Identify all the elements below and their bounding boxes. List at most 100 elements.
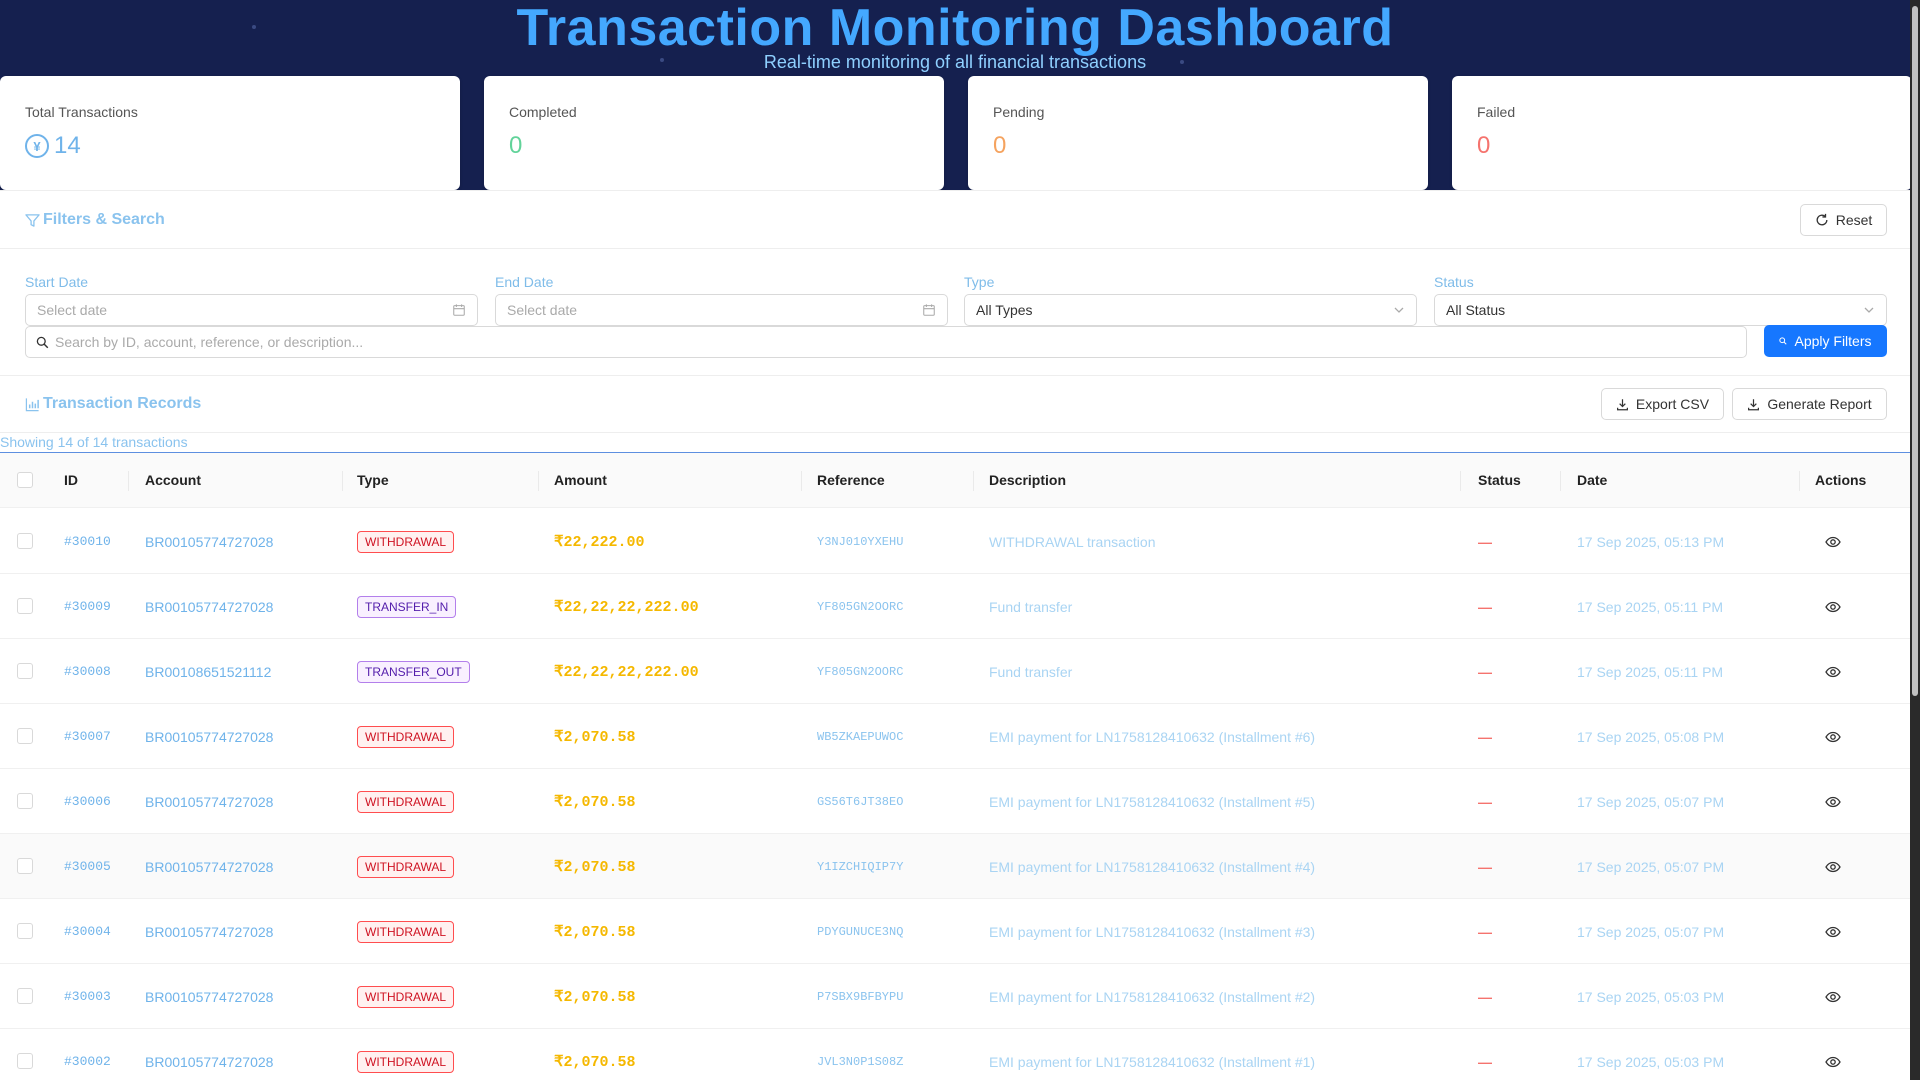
search-icon (36, 336, 49, 349)
row-date: 17 Sep 2025, 05:07 PM (1577, 923, 1725, 940)
search-input[interactable]: Search by ID, account, reference, or des… (25, 326, 1747, 358)
row-account[interactable]: BR00105774727028 (145, 1029, 273, 1080)
stat-label: Pending (993, 104, 1045, 120)
apply-filters-button[interactable]: Apply Filters (1764, 325, 1887, 357)
row-id[interactable]: #30005 (64, 834, 111, 899)
table-row[interactable]: #30005 BR00105774727028 WITHDRAWAL ₹2,070.5… (0, 834, 1910, 899)
row-checkbox[interactable] (17, 923, 33, 939)
column-header-date[interactable]: Date (1577, 453, 1607, 508)
start-date-placeholder: Select date (37, 302, 108, 318)
row-account[interactable]: BR00105774727028 (145, 574, 273, 639)
type-tag: WITHDRAWAL (357, 920, 455, 943)
row-account[interactable]: BR00105774727028 (145, 509, 273, 574)
table-row[interactable]: #30006 BR00105774727028 WITHDRAWAL ₹2,070.5… (0, 769, 1910, 834)
row-checkbox[interactable] (17, 533, 33, 549)
table-row[interactable]: #30004 BR00105774727028 WITHDRAWAL ₹2,070.5… (0, 899, 1910, 964)
row-description: EMI payment for LN1758128410632 (Install… (989, 793, 1316, 810)
row-date: 17 Sep 2025, 05:03 PM (1577, 1053, 1725, 1070)
stat-value: 0 (993, 132, 1007, 159)
row-checkbox[interactable] (17, 728, 33, 744)
scrollbar-thumb[interactable] (1912, 6, 1918, 696)
row-id[interactable]: #30002 (64, 1029, 111, 1080)
row-checkbox[interactable] (17, 663, 33, 679)
column-header-amount[interactable]: Amount (554, 453, 607, 508)
view-eye-icon[interactable] (1825, 1029, 1841, 1080)
stat-value: 14 (54, 132, 81, 159)
row-account[interactable]: BR00105774727028 (145, 704, 273, 769)
table-row[interactable]: #30002 BR00105774727028 WITHDRAWAL ₹2,070.5… (0, 1029, 1910, 1080)
end-date-label: End Date (495, 274, 554, 290)
reset-button[interactable]: Reset (1800, 204, 1887, 236)
row-account[interactable]: BR00105774727028 (145, 834, 273, 899)
type-select[interactable]: All Types (964, 294, 1417, 326)
row-id[interactable]: #30003 (64, 964, 111, 1029)
stat-value: 0 (509, 132, 523, 159)
row-type: WITHDRAWAL (357, 834, 455, 899)
row-status: — (1478, 533, 1492, 550)
view-eye-icon[interactable] (1825, 964, 1841, 1029)
type-tag: WITHDRAWAL (357, 1050, 455, 1073)
table-row[interactable]: #30008 BR00108651521112 TRANSFER_OUT ₹22,22… (0, 639, 1910, 704)
table-row[interactable]: #30009 BR00105774727028 TRANSFER_IN ₹22,22,… (0, 574, 1910, 639)
column-header-type[interactable]: Type (357, 453, 389, 508)
stat-value-row: ¥ 14 (25, 132, 81, 160)
row-id[interactable]: #30008 (64, 639, 111, 704)
column-header-description[interactable]: Description (989, 453, 1066, 508)
row-account[interactable]: BR00105774727028 (145, 964, 273, 1029)
row-checkbox[interactable] (17, 598, 33, 614)
row-checkbox[interactable] (17, 1053, 33, 1069)
view-eye-icon[interactable] (1825, 509, 1841, 574)
end-date-picker[interactable]: Select date (495, 294, 948, 326)
row-checkbox[interactable] (17, 858, 33, 874)
row-reference: YF805GN2OORC (817, 599, 904, 614)
row-account[interactable]: BR00105774727028 (145, 899, 273, 964)
row-type: TRANSFER_OUT (357, 639, 470, 704)
bar-chart-icon (25, 397, 39, 411)
records-title-text: Transaction Records (43, 395, 202, 412)
table-row[interactable]: #30003 BR00105774727028 WITHDRAWAL ₹2,070.5… (0, 964, 1910, 1029)
column-header-id[interactable]: ID (64, 453, 78, 508)
currency-yen-icon: ¥ (25, 134, 49, 158)
row-id[interactable]: #30006 (64, 769, 111, 834)
export-csv-button[interactable]: Export CSV (1601, 388, 1724, 420)
column-separator (128, 471, 129, 491)
row-id[interactable]: #30004 (64, 899, 111, 964)
download-icon (1616, 398, 1628, 410)
row-checkbox[interactable] (17, 793, 33, 809)
column-separator (1460, 471, 1461, 491)
view-eye-icon[interactable] (1825, 639, 1841, 704)
start-date-picker[interactable]: Select date (25, 294, 478, 326)
search-placeholder: Search by ID, account, reference, or des… (55, 334, 364, 350)
column-header-reference[interactable]: Reference (817, 453, 885, 508)
row-id[interactable]: #30007 (64, 704, 111, 769)
row-account[interactable]: BR00105774727028 (145, 769, 273, 834)
view-eye-icon[interactable] (1825, 769, 1841, 834)
view-eye-icon[interactable] (1825, 899, 1841, 964)
type-tag: WITHDRAWAL (357, 985, 455, 1008)
chevron-down-icon (1863, 304, 1875, 316)
table-row[interactable]: #30010 BR00105774727028 WITHDRAWAL ₹22,222.… (0, 509, 1910, 574)
search-icon (1779, 337, 1788, 345)
row-id[interactable]: #30009 (64, 574, 111, 639)
select-all-checkbox[interactable] (17, 472, 33, 488)
table-row[interactable]: #30007 BR00105774727028 WITHDRAWAL ₹2,070.5… (0, 704, 1910, 769)
view-eye-icon[interactable] (1825, 574, 1841, 639)
row-checkbox[interactable] (17, 988, 33, 1004)
column-separator (342, 471, 343, 491)
column-header-account[interactable]: Account (145, 453, 201, 508)
view-eye-icon[interactable] (1825, 834, 1841, 899)
view-eye-icon[interactable] (1825, 704, 1841, 769)
row-account[interactable]: BR00108651521112 (145, 639, 271, 704)
reset-label: Reset (1835, 212, 1873, 228)
row-reference: Y1IZCHIQIP7Y (817, 859, 904, 874)
row-description: EMI payment for LN1758128410632 (Install… (989, 923, 1316, 940)
column-header-status[interactable]: Status (1478, 453, 1521, 508)
page-scrollbar[interactable] (1910, 0, 1920, 1080)
page-subtitle: Real-time monitoring of all financial tr… (763, 52, 1147, 72)
generate-report-button[interactable]: Generate Report (1732, 388, 1887, 420)
filters-title: Filters & Search (25, 211, 165, 229)
row-id[interactable]: #30010 (64, 509, 111, 574)
status-select[interactable]: All Status (1434, 294, 1887, 326)
records-panel: Transaction Records Export CSV Generate … (0, 375, 1910, 1080)
stat-label: Total Transactions (25, 104, 138, 120)
